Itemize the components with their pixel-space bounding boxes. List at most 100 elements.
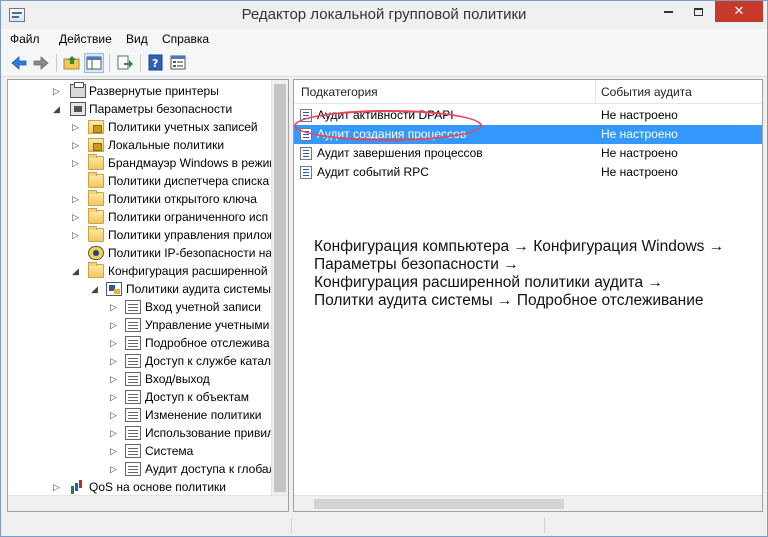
column-header-audit-events[interactable]: События аудита	[601, 85, 692, 99]
tree-vertical-scrollbar[interactable]	[271, 80, 288, 495]
help-icon: ?	[148, 54, 163, 71]
tree-item[interactable]: ▷ QoS на основе политики	[8, 478, 270, 496]
expand-arrow-icon[interactable]: ▷	[110, 370, 120, 388]
title-bar[interactable]: Редактор локальной групповой политики ✕	[1, 1, 767, 29]
main-window: Редактор локальной групповой политики ✕ …	[0, 0, 768, 537]
tree-item[interactable]: ▷ Подробное отслежива	[8, 334, 270, 352]
toolbar-separator	[140, 54, 141, 72]
tree-item[interactable]: ▷ Вход учетной записи	[8, 298, 270, 316]
policy-setting-icon	[300, 166, 312, 179]
status-bar	[1, 515, 767, 536]
table-row[interactable]: Аудит завершения процессов Не настроено	[294, 144, 762, 163]
qos-icon	[70, 480, 86, 494]
properties-button[interactable]	[168, 53, 188, 73]
menu-file[interactable]: Файл	[10, 32, 40, 46]
table-row[interactable]: Аудит событий RPC Не настроено	[294, 163, 762, 182]
audit-icon	[106, 282, 122, 296]
details-horizontal-scrollbar[interactable]	[294, 495, 762, 511]
help-button[interactable]: ?	[146, 53, 166, 73]
tree-item[interactable]: ◢ Параметры безопасности	[8, 100, 270, 118]
expand-arrow-icon[interactable]: ▷	[72, 154, 82, 172]
folder-icon	[88, 226, 104, 242]
tree-item[interactable]: ◢ Политики аудита системы	[8, 280, 271, 298]
toolbar: ?	[1, 49, 767, 77]
annotation-line: Политки аудита системы → Подробное отсле…	[314, 292, 704, 309]
show-hide-tree-button[interactable]	[84, 53, 104, 73]
expand-arrow-icon[interactable]: ▷	[72, 118, 82, 136]
console-tree-icon	[86, 56, 102, 70]
collapse-arrow-icon[interactable]: ◢	[91, 280, 101, 298]
tree-item[interactable]: ▷ Локальные политики	[8, 136, 270, 154]
scrollbar-thumb[interactable]	[274, 84, 286, 492]
tree-item[interactable]: ▷ Политики учетных записей	[8, 118, 270, 136]
menu-help[interactable]: Справка	[162, 32, 209, 46]
lock-folder-icon	[88, 120, 104, 134]
path-annotation: Конфигурация компьютера → Конфигурация W…	[314, 238, 754, 310]
folder-icon	[88, 154, 104, 170]
expand-arrow-icon[interactable]: ▷	[72, 190, 82, 208]
expand-arrow-icon[interactable]: ▷	[110, 406, 120, 424]
scrollbar-thumb[interactable]	[314, 499, 564, 509]
expand-arrow-icon[interactable]: ▷	[110, 424, 120, 442]
annotation-line: Конфигурация расширенной политики аудита…	[314, 274, 663, 291]
highlight-ring	[294, 110, 482, 141]
collapse-arrow-icon[interactable]: ◢	[53, 100, 63, 118]
tree-item[interactable]: ▷ Политики открытого ключа	[8, 190, 270, 208]
maximize-icon	[693, 7, 703, 16]
policy-setting-icon	[300, 147, 312, 160]
tree-item[interactable]: Политики диспетчера списка	[8, 172, 270, 190]
tree-item[interactable]: ▷ Доступ к службе катал	[8, 352, 271, 370]
forward-button[interactable]	[31, 53, 51, 73]
maximize-button[interactable]	[683, 1, 713, 22]
tree-item[interactable]: ▷ Изменение политики	[8, 406, 270, 424]
tree-horizontal-scrollbar[interactable]	[8, 495, 288, 511]
properties-icon	[170, 55, 186, 70]
security-settings-icon	[70, 102, 86, 116]
back-button[interactable]	[9, 53, 29, 73]
column-header-subcategory[interactable]: Подкатегория	[301, 85, 378, 99]
expand-arrow-icon[interactable]: ▷	[72, 208, 82, 226]
tree-item[interactable]: ▷ Доступ к объектам	[8, 388, 270, 406]
expand-arrow-icon[interactable]: ▷	[53, 478, 63, 496]
tree-item[interactable]: ▷ Управление учетными	[8, 316, 270, 334]
expand-arrow-icon[interactable]: ▷	[110, 352, 120, 370]
policy-icon	[125, 318, 141, 332]
details-pane: Подкатегория События аудита Аудит активн…	[293, 79, 763, 512]
tree-item[interactable]: Политики IP-безопасности на	[8, 244, 272, 262]
ipsec-icon	[88, 246, 104, 260]
folder-icon	[88, 262, 104, 278]
up-level-button[interactable]	[62, 53, 82, 73]
tree-item[interactable]: ◢ Конфигурация расширенной	[8, 262, 270, 280]
policy-icon	[125, 426, 141, 440]
menu-action[interactable]: Действие	[59, 32, 112, 46]
tree-item[interactable]: ▷ Использование привил	[8, 424, 274, 442]
annotation-line: Конфигурация компьютера → Конфигурация W…	[314, 238, 725, 255]
menu-view[interactable]: Вид	[126, 32, 148, 46]
expand-arrow-icon[interactable]: ▷	[110, 316, 120, 334]
export-list-button[interactable]	[115, 53, 135, 73]
expand-arrow-icon[interactable]: ▷	[110, 460, 120, 478]
tree-item[interactable]: ▷ Брандмауэр Windows в режим	[8, 154, 278, 172]
expand-arrow-icon[interactable]: ▷	[72, 136, 82, 154]
expand-arrow-icon[interactable]: ▷	[110, 388, 120, 406]
column-divider[interactable]	[595, 80, 596, 104]
back-arrow-icon	[11, 56, 27, 70]
tree-item[interactable]: ▷ Аудит доступа к глобал	[8, 460, 276, 478]
forward-arrow-icon	[33, 56, 49, 70]
tree-item[interactable]: ▷ Политики управления прилож	[8, 226, 275, 244]
expand-arrow-icon[interactable]: ▷	[72, 226, 82, 244]
tree-item[interactable]: ▷ Развернутые принтеры	[8, 82, 270, 100]
tree-item[interactable]: ▷ Политики ограниченного исп	[8, 208, 270, 226]
expand-arrow-icon[interactable]: ▷	[53, 82, 63, 100]
expand-arrow-icon[interactable]: ▷	[110, 298, 120, 316]
tree-item[interactable]: ▷ Вход/выход	[8, 370, 270, 388]
minimize-button[interactable]	[653, 1, 683, 22]
collapse-arrow-icon[interactable]: ◢	[72, 262, 82, 280]
folder-up-icon	[63, 56, 80, 70]
console-tree[interactable]: ▷ Развернутые принтеры ◢ Параметры безоп…	[7, 79, 289, 512]
folder-icon	[88, 172, 104, 188]
expand-arrow-icon[interactable]: ▷	[110, 442, 120, 460]
expand-arrow-icon[interactable]: ▷	[110, 334, 120, 352]
close-button[interactable]: ✕	[715, 1, 763, 22]
tree-item[interactable]: ▷ Система	[8, 442, 270, 460]
